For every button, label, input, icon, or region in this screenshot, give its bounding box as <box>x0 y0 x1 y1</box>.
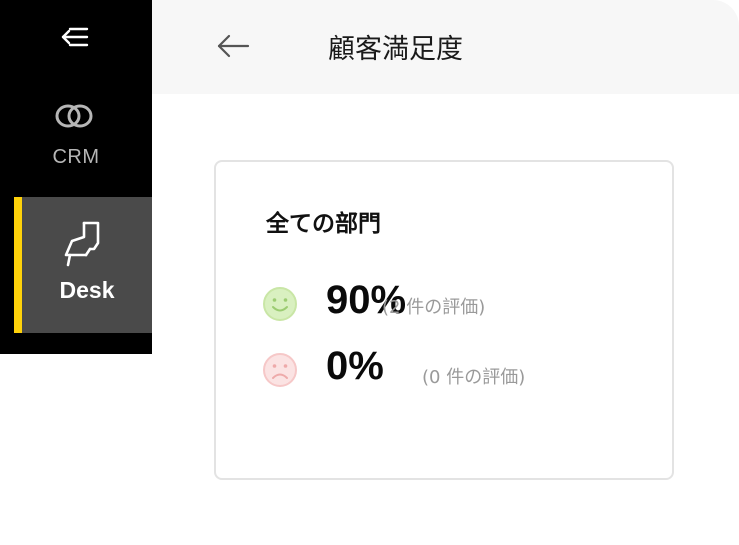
smile-face-icon <box>263 287 297 321</box>
app-window: CRM Desk 顧客満足度 全ての部門 90% (2 件の評価) 0% (0 … <box>0 0 739 545</box>
sidebar-item-label: CRM <box>52 146 100 168</box>
sidebar-item-desk[interactable]: Desk <box>14 197 152 333</box>
menu-collapse-icon <box>61 27 89 47</box>
header: 顧客満足度 <box>152 0 739 94</box>
negative-percent: 0% <box>326 344 384 388</box>
satisfaction-card: 全ての部門 90% (2 件の評価) 0% (0 件の評価) <box>214 160 674 480</box>
page-title: 顧客満足度 <box>328 34 463 65</box>
card-title: 全ての部門 <box>266 211 381 237</box>
rating-row-negative: 0% (0 件の評価) <box>262 344 662 392</box>
crm-rings-icon <box>55 104 93 128</box>
arrow-left-icon <box>217 34 250 58</box>
sidebar-item-crm[interactable]: CRM <box>0 96 152 184</box>
desk-chair-icon <box>64 221 100 267</box>
negative-count: (0 件の評価) <box>422 367 526 388</box>
menu-collapse-button[interactable] <box>56 22 92 52</box>
active-indicator <box>14 197 22 333</box>
rating-row-positive: 90% (2 件の評価) <box>262 278 662 326</box>
sidebar: CRM Desk <box>0 0 152 354</box>
sidebar-item-label: Desk <box>59 277 115 303</box>
back-button[interactable] <box>214 30 252 62</box>
sad-face-icon <box>263 353 297 387</box>
positive-count: (2 件の評価) <box>382 297 486 318</box>
